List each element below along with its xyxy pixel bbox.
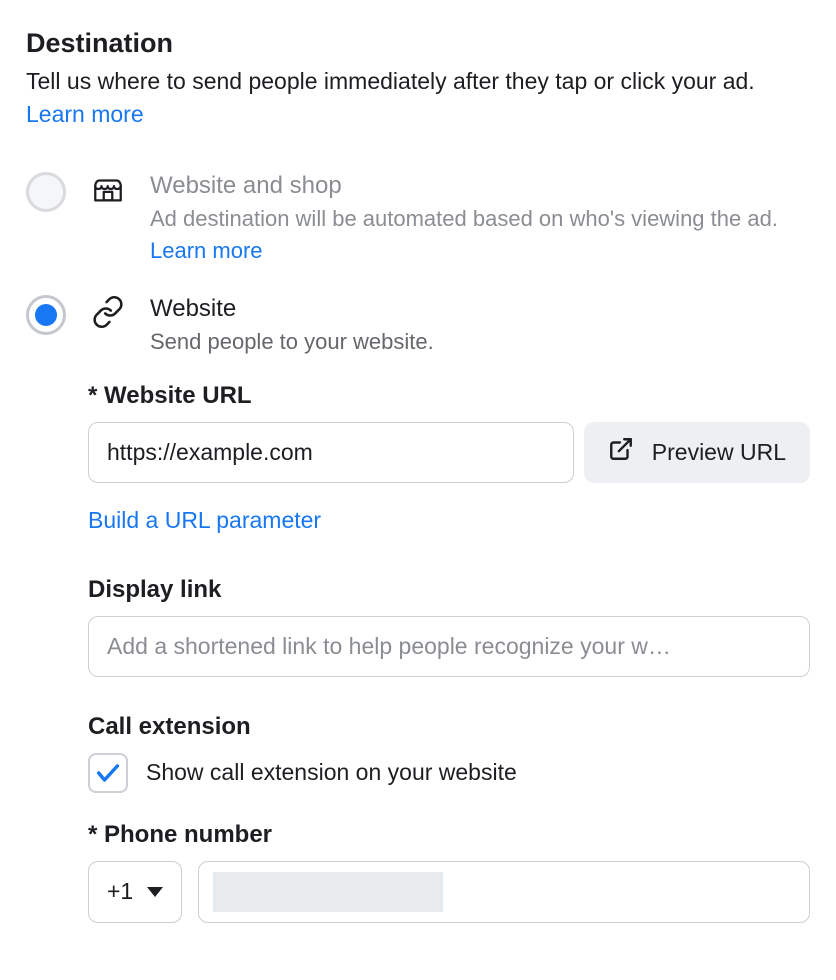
- destination-heading: Destination: [26, 28, 810, 59]
- build-url-parameter-link[interactable]: Build a URL parameter: [88, 507, 321, 534]
- country-code-select[interactable]: +1: [88, 861, 182, 923]
- display-link-label: Display link: [88, 576, 810, 604]
- website-url-label: * Website URL: [88, 382, 810, 410]
- destination-description: Tell us where to send people immediately…: [26, 65, 810, 132]
- redacted-phone: [213, 872, 443, 912]
- phone-number-input[interactable]: [198, 861, 810, 923]
- option-website-and-shop: Website and shop Ad destination will be …: [26, 170, 810, 267]
- call-extension-checkbox-label: Show call extension on your website: [146, 759, 517, 786]
- radio-website-and-shop: [26, 172, 66, 212]
- option-title-website-shop: Website and shop: [150, 170, 810, 201]
- country-code-value: +1: [107, 878, 133, 905]
- check-icon: [94, 759, 122, 787]
- shop-icon: [88, 172, 128, 206]
- learn-more-link-shop[interactable]: Learn more: [150, 238, 263, 263]
- chevron-down-icon: [147, 887, 163, 897]
- display-link-input[interactable]: [88, 616, 810, 677]
- preview-url-button[interactable]: Preview URL: [584, 422, 810, 483]
- external-link-icon: [608, 436, 634, 468]
- website-url-input[interactable]: [88, 422, 574, 483]
- preview-url-label: Preview URL: [652, 439, 786, 466]
- destination-description-text: Tell us where to send people immediately…: [26, 68, 755, 94]
- call-extension-checkbox[interactable]: [88, 753, 128, 793]
- call-extension-label: Call extension: [88, 713, 810, 741]
- option-desc-website-shop: Ad destination will be automated based o…: [150, 203, 810, 267]
- radio-website[interactable]: [26, 295, 66, 335]
- learn-more-link[interactable]: Learn more: [26, 101, 144, 127]
- option-desc-website: Send people to your website.: [150, 326, 810, 358]
- link-icon: [88, 295, 128, 329]
- option-title-website: Website: [150, 293, 810, 324]
- phone-number-label: * Phone number: [88, 821, 810, 849]
- option-desc-website-shop-text: Ad destination will be automated based o…: [150, 206, 778, 231]
- call-extension-row: Show call extension on your website: [88, 753, 810, 793]
- option-website[interactable]: Website Send people to your website.: [26, 293, 810, 358]
